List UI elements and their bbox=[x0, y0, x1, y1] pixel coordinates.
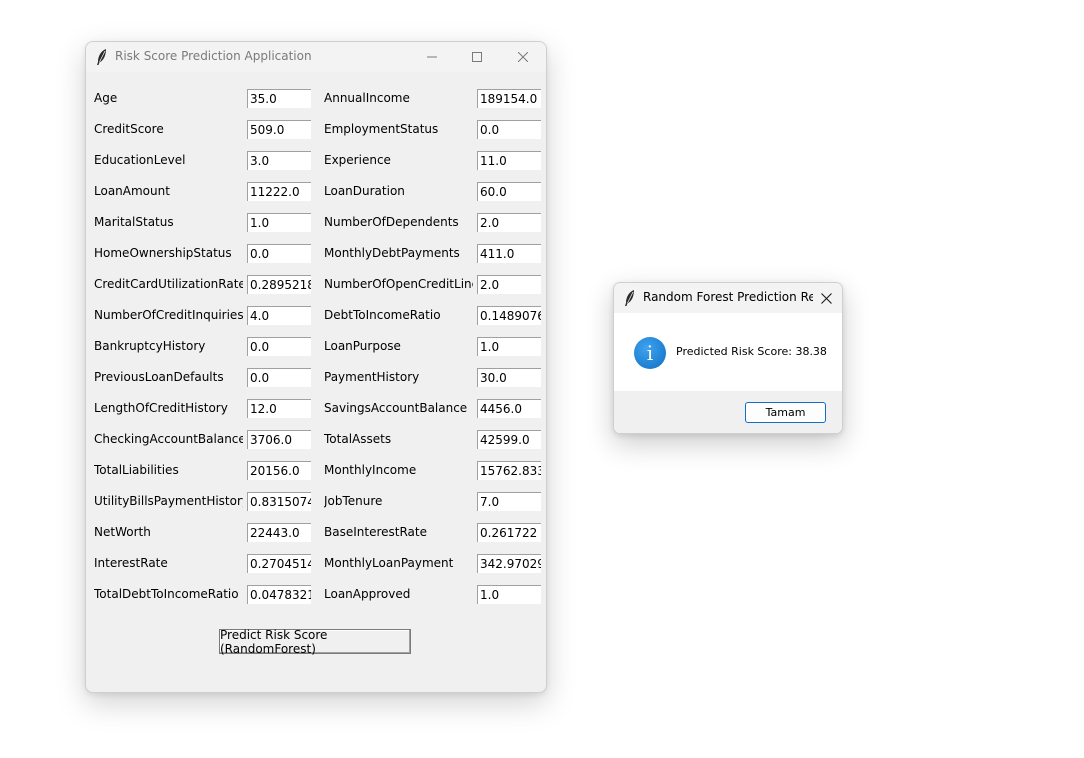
dialog-message: Predicted Risk Score: 38.38 bbox=[676, 345, 827, 358]
field-input[interactable]: 0.0 bbox=[247, 337, 311, 356]
field-label: TotalLiabilities bbox=[94, 463, 179, 477]
field-label: NumberOfDependents bbox=[324, 215, 459, 229]
field-input[interactable]: 0.289521855 bbox=[247, 275, 311, 294]
field-input[interactable]: 22443.0 bbox=[247, 523, 311, 542]
field-input[interactable]: 12.0 bbox=[247, 399, 311, 418]
field-input[interactable]: 0.261722 bbox=[477, 523, 541, 542]
feather-icon bbox=[625, 290, 634, 306]
field-input[interactable]: 42599.0 bbox=[477, 430, 541, 449]
field-input[interactable]: 60.0 bbox=[477, 182, 541, 201]
field-label: Age bbox=[94, 91, 118, 105]
field-label: MonthlyLoanPayment bbox=[324, 556, 454, 570]
dialog-titlebar[interactable]: Random Forest Prediction Re... bbox=[614, 283, 842, 313]
field-label: PaymentHistory bbox=[324, 370, 420, 384]
field-input[interactable]: 1.0 bbox=[477, 337, 541, 356]
field-label: TotalDebtToIncomeRatio bbox=[94, 587, 239, 601]
field-input[interactable]: 411.0 bbox=[477, 244, 541, 263]
dialog-footer: Tamam bbox=[614, 391, 842, 433]
main-titlebar[interactable]: Risk Score Prediction Application bbox=[86, 42, 546, 72]
field-label: MonthlyDebtPayments bbox=[324, 246, 460, 260]
field-label: DebtToIncomeRatio bbox=[324, 308, 441, 322]
field-label: LoanPurpose bbox=[324, 339, 401, 353]
field-label: HomeOwnershipStatus bbox=[94, 246, 232, 260]
field-input[interactable]: 20156.0 bbox=[247, 461, 311, 480]
field-label: CreditCardUtilizationRate bbox=[94, 277, 243, 291]
field-input[interactable]: 0.148907604 bbox=[477, 306, 541, 325]
close-icon bbox=[820, 292, 832, 304]
field-label: Experience bbox=[324, 153, 391, 167]
field-input[interactable]: 0.0 bbox=[247, 368, 311, 387]
field-label: CheckingAccountBalance bbox=[94, 432, 243, 446]
dialog-close-button[interactable] bbox=[810, 283, 842, 313]
info-icon: i bbox=[634, 337, 666, 369]
predict-risk-score-button[interactable]: Predict Risk Score (RandomForest) bbox=[219, 628, 411, 656]
field-input[interactable]: 3706.0 bbox=[247, 430, 311, 449]
field-input[interactable]: 0.270451436 bbox=[247, 554, 311, 573]
field-label: BankruptcyHistory bbox=[94, 339, 206, 353]
field-input[interactable]: 0.831507483 bbox=[247, 492, 311, 511]
field-input[interactable]: 1.0 bbox=[247, 213, 311, 232]
field-label: UtilityBillsPaymentHistory bbox=[94, 494, 243, 508]
field-label: TotalAssets bbox=[324, 432, 392, 446]
maximize-icon bbox=[472, 52, 482, 62]
field-label: AnnualIncome bbox=[324, 91, 410, 105]
field-input[interactable]: 35.0 bbox=[247, 89, 311, 108]
field-input[interactable]: 15762.83333 bbox=[477, 461, 541, 480]
field-input[interactable]: 30.0 bbox=[477, 368, 541, 387]
minimize-button[interactable] bbox=[409, 42, 455, 72]
field-input[interactable]: 509.0 bbox=[247, 120, 311, 139]
prediction-result-dialog: Random Forest Prediction Re... i Predict… bbox=[613, 282, 843, 434]
field-input[interactable]: 0.047832155 bbox=[247, 585, 311, 604]
field-label: BaseInterestRate bbox=[324, 525, 427, 539]
field-input[interactable]: 0.0 bbox=[477, 120, 541, 139]
field-label: EmploymentStatus bbox=[324, 122, 439, 136]
field-label: MonthlyIncome bbox=[324, 463, 417, 477]
field-input[interactable]: 2.0 bbox=[477, 275, 541, 294]
field-label: NumberOfOpenCreditLines bbox=[324, 277, 473, 291]
field-label: CreditScore bbox=[94, 122, 164, 136]
main-window: Risk Score Prediction Application Predic… bbox=[85, 41, 547, 693]
field-label: InterestRate bbox=[94, 556, 168, 570]
ok-button[interactable]: Tamam bbox=[745, 402, 826, 423]
field-input[interactable]: 11.0 bbox=[477, 151, 541, 170]
field-input[interactable]: 11222.0 bbox=[247, 182, 311, 201]
feather-icon bbox=[97, 49, 106, 65]
form-area: Predict Risk Score (RandomForest) Age 35.… bbox=[86, 72, 546, 692]
window-title: Risk Score Prediction Application bbox=[115, 49, 312, 63]
field-input[interactable]: 7.0 bbox=[477, 492, 541, 511]
field-label: JobTenure bbox=[324, 494, 383, 508]
field-label: MaritalStatus bbox=[94, 215, 174, 229]
field-input[interactable]: 3.0 bbox=[247, 151, 311, 170]
dialog-title: Random Forest Prediction Re... bbox=[643, 290, 813, 304]
field-input[interactable]: 2.0 bbox=[477, 213, 541, 232]
field-label: PreviousLoanDefaults bbox=[94, 370, 224, 384]
field-label: LoanAmount bbox=[94, 184, 170, 198]
close-icon bbox=[518, 52, 528, 62]
field-label: LengthOfCreditHistory bbox=[94, 401, 228, 415]
close-button[interactable] bbox=[500, 42, 546, 72]
field-label: NumberOfCreditInquiries bbox=[94, 308, 243, 322]
field-input[interactable]: 0.0 bbox=[247, 244, 311, 263]
field-label: LoanApproved bbox=[324, 587, 411, 601]
field-label: SavingsAccountBalance bbox=[324, 401, 468, 415]
field-input[interactable]: 342.9702999 bbox=[477, 554, 541, 573]
maximize-button[interactable] bbox=[454, 42, 500, 72]
field-input[interactable]: 4456.0 bbox=[477, 399, 541, 418]
field-input[interactable]: 1.0 bbox=[477, 585, 541, 604]
field-label: LoanDuration bbox=[324, 184, 405, 198]
field-input[interactable]: 4.0 bbox=[247, 306, 311, 325]
field-label: EducationLevel bbox=[94, 153, 186, 167]
field-label: NetWorth bbox=[94, 525, 151, 539]
minimize-icon bbox=[427, 56, 437, 58]
field-input[interactable]: 189154.0 bbox=[477, 89, 541, 108]
dialog-body: i Predicted Risk Score: 38.38 bbox=[614, 313, 842, 391]
